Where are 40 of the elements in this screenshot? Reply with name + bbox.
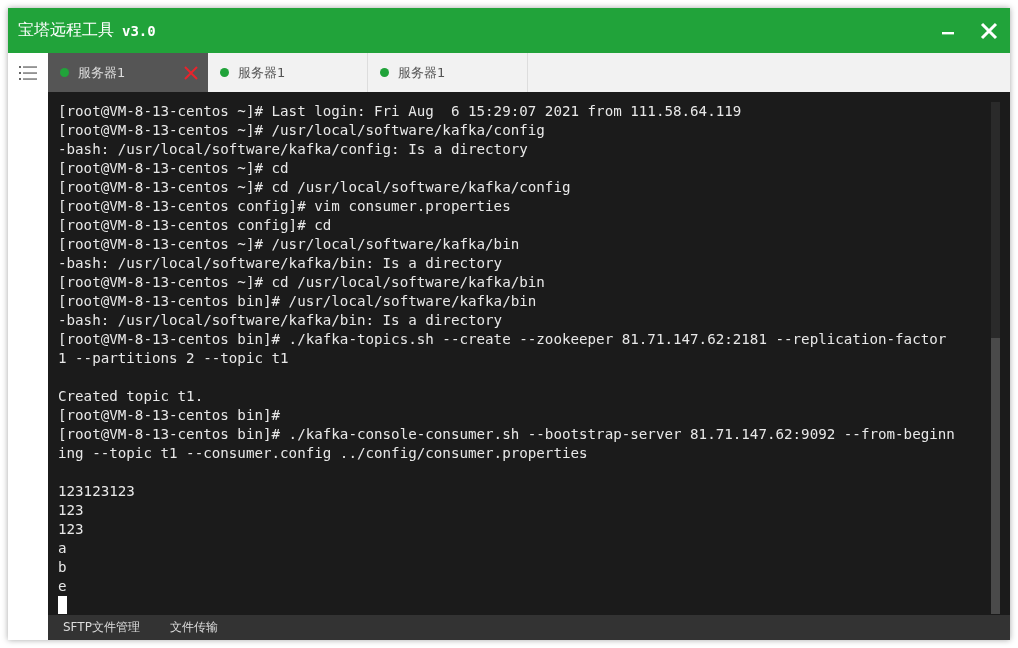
terminal-line: [root@VM-8-13-centos ~]# cd (58, 159, 290, 178)
terminal-line: [root@VM-8-13-centos ~]# /usr/local/software/kafka/config (58, 121, 546, 140)
version-label: v3.0 (122, 22, 156, 39)
close-tab-icon[interactable] (184, 65, 198, 80)
close-button[interactable] (980, 21, 998, 40)
scrollbar-thumb[interactable] (991, 338, 1000, 614)
close-icon (980, 21, 998, 40)
terminal-line: b (58, 558, 68, 577)
menu-icon (19, 66, 37, 80)
text-cursor (58, 596, 67, 614)
terminal-line: [root@VM-8-13-centos bin]# ./kafka-topics.sh --create --zookeeper 81.71.147.62:2181 --replication-factor (58, 330, 948, 349)
terminal-line: [root@VM-8-13-centos ~]# Last login: Fri Aug 6 15:29:07 2021 from 111.58.64.119 (58, 102, 743, 121)
window-title: 宝塔远程工具 (18, 20, 114, 41)
terminal-line: [root@VM-8-13-centos ~]# cd /usr/local/software/kafka/bin (58, 273, 546, 292)
menu-button[interactable] (19, 66, 37, 80)
terminal-line: [root@VM-8-13-centos bin]# (58, 406, 282, 425)
terminal-line: 123 (58, 520, 85, 539)
tab-label: 服务器1 (78, 63, 126, 82)
terminal-line: [root@VM-8-13-centos ~]# cd /usr/local/software/kafka/config (58, 178, 572, 197)
tab-label: 服务器1 (398, 63, 446, 82)
terminal-line: e (58, 577, 68, 596)
terminal-line: [root@VM-8-13-centos config]# vim consumer.properties (58, 197, 512, 216)
server-tab[interactable]: 服务器1 (48, 53, 208, 92)
terminal-line: Created topic t1. (58, 387, 205, 406)
terminal-line: [root@VM-8-13-centos config]# cd (58, 216, 333, 235)
terminal-line: [root@VM-8-13-centos bin]# ./kafka-console-consumer.sh --bootstrap-server 81.71.147.62:9092 --from-beginn (58, 425, 956, 444)
tab-label: 服务器1 (238, 63, 286, 82)
terminal-line: a (58, 539, 68, 558)
terminal-line: -bash: /usr/local/software/kafka/bin: Is a directory (58, 254, 504, 273)
terminal-line: -bash: /usr/local/software/kafka/config: Is a directory (58, 140, 529, 159)
terminal-line: -bash: /usr/local/software/kafka/bin: Is a directory (58, 311, 504, 330)
bottom-tab[interactable]: SFTP文件管理 (63, 619, 140, 636)
terminal-line: ing --topic t1 --consumer.config ../config/consumer.properties (58, 444, 589, 463)
minimize-icon (942, 32, 954, 35)
terminal-line: 123 (58, 501, 85, 520)
bottom-tab[interactable]: 文件传输 (169, 619, 218, 636)
terminal-line: 1 --partitions 2 --topic t1 (58, 349, 290, 368)
terminal-line: [root@VM-8-13-centos bin]# /usr/local/software/kafka/bin (58, 292, 538, 311)
terminal-line: [root@VM-8-13-centos ~]# /usr/local/software/kafka/bin (58, 235, 521, 254)
terminal-line: 123123123 (58, 482, 136, 501)
